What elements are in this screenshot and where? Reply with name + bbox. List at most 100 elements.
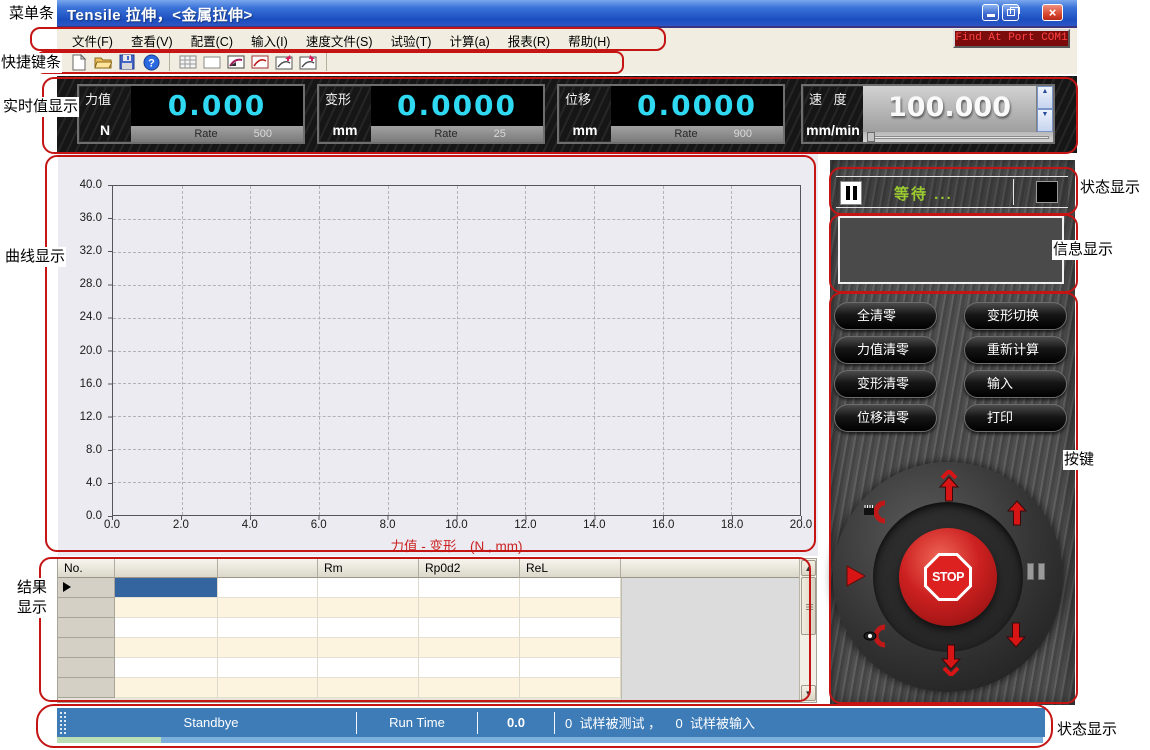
fast-up-arrow-icon[interactable] [937,470,961,507]
stop-button[interactable]: STOP [899,528,997,626]
table-cell[interactable] [318,578,419,598]
window-icon[interactable] [202,53,222,71]
title-bar[interactable]: Tensile 拉伸，<金属拉伸> × [57,0,1077,28]
help-icon[interactable]: ? [141,53,161,71]
run-icon[interactable] [845,564,867,593]
speed-up-button[interactable]: ▲ [1037,86,1053,109]
control-button-7[interactable]: 打印 [964,404,1067,432]
table-cell[interactable] [318,658,419,678]
table-filler [621,578,800,702]
table-cell[interactable] [218,578,318,598]
table-cell[interactable] [520,598,621,618]
control-button-4[interactable]: 变形清零 [834,370,937,398]
table-cell[interactable] [318,598,419,618]
control-button-5[interactable]: 输入 [964,370,1067,398]
menu-item-5[interactable]: 试验(T) [381,28,440,50]
table-cell[interactable] [218,658,318,678]
table-cell[interactable] [58,598,115,618]
column-header-No.[interactable]: No. [58,559,115,578]
table-cell[interactable] [218,678,318,698]
table-cell[interactable] [318,678,419,698]
table-scrollbar[interactable]: ▲ ▼ [799,559,816,702]
column-header-2[interactable] [218,559,318,578]
control-button-0[interactable]: 全清零 [834,302,937,330]
table-cell[interactable] [115,618,218,638]
table-cell[interactable] [218,618,318,638]
pause-icon[interactable] [840,181,862,205]
table-cell[interactable] [115,678,218,698]
table-cell[interactable] [318,638,419,658]
table-cell[interactable] [58,658,115,678]
table-cell[interactable] [115,598,218,618]
speed-label: 速 度 [809,89,851,108]
displacement-panel: 位移 mm 0.0000 Rate900 [557,84,785,144]
table-cell[interactable] [58,618,115,638]
scroll-up-icon[interactable]: ▲ [801,560,816,576]
up-arrow-icon[interactable] [1007,500,1027,531]
curve-dark-icon[interactable] [226,53,246,71]
table-cell[interactable] [115,658,218,678]
table-cell[interactable] [115,578,218,598]
menu-item-1[interactable]: 查看(V) [122,28,182,50]
table-cell[interactable] [419,678,520,698]
new-file-icon[interactable] [69,53,89,71]
close-button[interactable]: × [1042,4,1063,21]
speed-value[interactable]: 100.000 [863,86,1036,132]
speed-slider[interactable] [863,132,1053,142]
minimize-button[interactable] [982,4,999,21]
menu-item-2[interactable]: 配置(C) [182,28,242,50]
table-cell[interactable] [419,598,520,618]
grid-icon[interactable] [178,53,198,71]
chart-plot-area[interactable] [112,185,801,516]
table-cell[interactable] [520,678,621,698]
speed-slider-thumb[interactable] [867,132,875,142]
column-header-ReL[interactable]: ReL [520,559,621,578]
column-header-Rp0d2[interactable]: Rp0d2 [419,559,520,578]
table-cell[interactable] [419,578,520,598]
control-button-6[interactable]: 位移清零 [834,404,937,432]
restore-icon [1007,9,1015,16]
upper-clamp-icon[interactable] [863,498,893,531]
table-cell[interactable] [419,618,520,638]
menu-item-7[interactable]: 报表(R) [499,28,559,50]
control-button-1[interactable]: 变形切换 [964,302,1067,330]
machine-status-text: 等待 ... [894,183,953,204]
menu-item-0[interactable]: 文件(F) [63,28,122,50]
scroll-down-icon[interactable]: ▼ [801,685,816,701]
control-button-2[interactable]: 力值清零 [834,336,937,364]
table-cell[interactable] [419,638,520,658]
speed-down-button[interactable]: ▼ [1037,109,1053,132]
column-header-1[interactable] [115,559,218,578]
down-arrow-icon[interactable] [1006,622,1026,653]
fast-down-arrow-icon[interactable] [939,644,963,681]
control-button-3[interactable]: 重新计算 [964,336,1067,364]
open-file-icon[interactable] [93,53,113,71]
curve-icon[interactable] [250,53,270,71]
hold-pause-icon[interactable] [1027,563,1045,580]
table-cell[interactable] [115,638,218,658]
table-cell[interactable] [419,658,520,678]
x-tick-label: 12.0 [514,519,536,531]
lower-clamp-icon[interactable] [863,622,893,655]
control-panel: 等待 ... 全清零变形切换力值清零重新计算变形清零输入位移清零打印 STOP [830,160,1075,705]
table-cell[interactable] [218,638,318,658]
curve-export-icon[interactable] [274,53,294,71]
table-cell[interactable] [218,598,318,618]
curve-import-icon[interactable] [298,53,318,71]
restore-button[interactable] [1002,4,1019,21]
menu-item-4[interactable]: 速度文件(S) [297,28,382,50]
table-cell[interactable] [520,638,621,658]
table-cell[interactable] [58,678,115,698]
menu-item-3[interactable]: 输入(I) [242,28,297,50]
save-icon[interactable] [117,53,137,71]
table-cell[interactable] [58,638,115,658]
menu-item-6[interactable]: 计算(a) [440,28,498,50]
table-cell[interactable] [520,578,621,598]
column-header-Rm[interactable]: Rm [318,559,419,578]
table-cell[interactable] [520,618,621,638]
table-cell[interactable] [520,658,621,678]
menu-item-8[interactable]: 帮助(H) [559,28,619,50]
table-cell[interactable] [318,618,419,638]
table-cell[interactable] [58,578,115,598]
scrollbar-thumb[interactable] [801,577,816,635]
